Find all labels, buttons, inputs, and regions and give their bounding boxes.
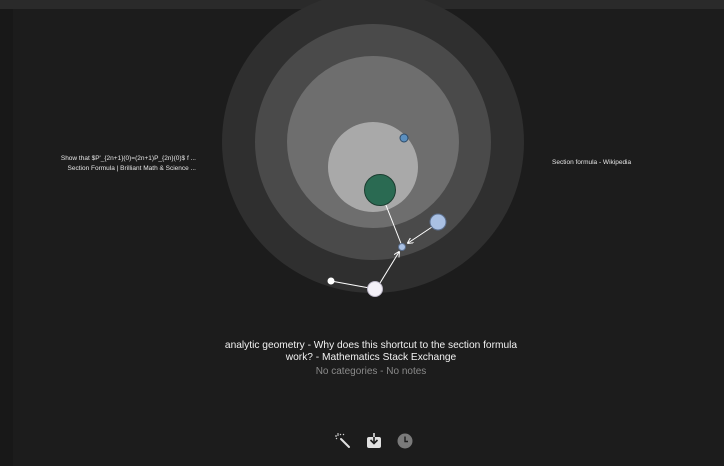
page-title: analytic geometry - Why does this shortc… bbox=[224, 340, 518, 363]
right-labels: Section formula - Wikipedia bbox=[552, 158, 631, 168]
history-graph bbox=[222, 0, 524, 297]
download-icon[interactable] bbox=[363, 430, 385, 452]
magic-wand-icon[interactable] bbox=[332, 430, 354, 452]
left-label-1[interactable]: Show that $P'_{2n+1}(0)=(2n+1)P_{2n}(0)$… bbox=[61, 154, 196, 164]
page-node-white-large[interactable] bbox=[367, 281, 383, 297]
page-node-blue[interactable] bbox=[399, 133, 409, 143]
right-label-1[interactable]: Section formula - Wikipedia bbox=[552, 158, 631, 168]
page-node-light-blue[interactable] bbox=[429, 213, 447, 231]
left-labels: Show that $P'_{2n+1}(0)=(2n+1)P_{2n}(0)$… bbox=[61, 154, 196, 174]
page-node-white-small[interactable] bbox=[327, 277, 335, 285]
page-node-center[interactable] bbox=[364, 174, 396, 206]
page-node-junction[interactable] bbox=[398, 243, 406, 251]
page-subtitle: No categories - No notes bbox=[315, 366, 427, 377]
left-label-2[interactable]: Section Formula | Brilliant Math & Scien… bbox=[61, 164, 197, 174]
clock-icon[interactable] bbox=[394, 430, 416, 452]
bottom-toolbar bbox=[328, 428, 420, 454]
